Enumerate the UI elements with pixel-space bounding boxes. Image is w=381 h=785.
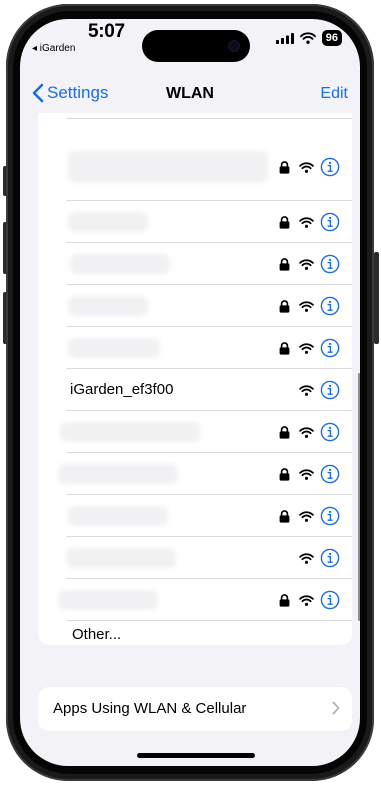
network-icons [299,378,340,402]
wifi-signal-icon [299,216,314,228]
lock-icon [279,160,291,174]
info-circle-icon[interactable] [320,296,340,316]
status-indicators: 96 [275,30,342,46]
wifi-signal-icon [299,426,314,438]
back-label: Settings [47,83,109,102]
network-icons [279,294,340,318]
info-circle-icon[interactable] [320,212,340,232]
info-circle-icon[interactable] [320,338,340,358]
scroll-indicator[interactable] [358,373,360,621]
network-row[interactable] [38,133,352,201]
network-icons [279,252,340,276]
cellular-signal-icon [275,32,294,44]
status-bar: 5:07 ◂ iGarden 96 [20,19,360,73]
network-row[interactable] [38,201,352,243]
network-name-redacted [66,548,176,568]
wifi-signal-icon [299,300,314,312]
network-row[interactable] [38,243,352,285]
wifi-signal-icon [299,161,314,173]
networks-list: iGarden_ef3f00 Other... [38,113,352,645]
status-back-to-app[interactable]: ◂ iGarden [32,43,75,54]
power-button [374,252,379,344]
lock-icon [279,593,291,607]
network-name: iGarden_ef3f00 [70,381,174,398]
lock-icon [279,467,291,481]
navigation-bar: Settings WLAN Edit [20,73,360,117]
network-icons [279,210,340,234]
dynamic-island [142,30,250,62]
status-time: 5:07 [88,21,125,42]
info-circle-icon[interactable] [320,506,340,526]
network-row[interactable]: iGarden_ef3f00 [38,369,352,411]
network-icons [279,462,340,486]
info-circle-icon[interactable] [320,422,340,442]
network-icons [279,504,340,528]
wifi-status-icon [299,32,316,44]
wifi-signal-icon [299,552,314,564]
lock-icon [279,257,291,271]
network-row[interactable] [38,495,352,537]
list-top-edge [38,113,352,119]
network-name-redacted [70,254,170,274]
wifi-signal-icon [299,384,314,396]
lock-icon [279,425,291,439]
network-icons [299,546,340,570]
info-circle-icon[interactable] [320,254,340,274]
network-name-redacted [68,212,148,232]
wifi-signal-icon [299,258,314,270]
apps-using-wlan-row[interactable]: Apps Using WLAN & Cellular [38,687,352,731]
network-name-redacted [58,590,158,610]
chevron-left-icon [32,83,44,103]
network-name-redacted [68,506,168,526]
home-indicator[interactable] [137,753,255,758]
front-camera [228,40,240,52]
network-row[interactable] [38,285,352,327]
network-row[interactable] [38,327,352,369]
network-icons [279,336,340,360]
battery-indicator: 96 [321,30,342,46]
network-name-redacted [58,464,178,484]
network-icons [279,588,340,612]
screen: 5:07 ◂ iGarden 96 Settings WLAN Edit iGa… [20,19,360,766]
chevron-right-icon [332,701,340,715]
wifi-signal-icon [299,342,314,354]
info-circle-icon[interactable] [320,464,340,484]
network-row[interactable] [38,411,352,453]
network-name-redacted [68,338,160,358]
row-divider [66,118,352,119]
info-circle-icon[interactable] [320,380,340,400]
info-circle-icon[interactable] [320,548,340,568]
edit-button[interactable]: Edit [320,85,348,103]
lock-icon [279,341,291,355]
wifi-signal-icon [299,468,314,480]
lock-icon [279,215,291,229]
network-row[interactable] [38,537,352,579]
wifi-signal-icon [299,510,314,522]
lock-icon [279,509,291,523]
other-network-label: Other... [72,626,122,643]
lock-icon [279,299,291,313]
network-icons [279,155,340,179]
wifi-signal-icon [299,594,314,606]
device-frame: 5:07 ◂ iGarden 96 Settings WLAN Edit iGa… [0,0,381,785]
other-network-row[interactable]: Other... [38,613,352,645]
network-icons [279,420,340,444]
network-row[interactable] [38,453,352,495]
apps-using-wlan-label: Apps Using WLAN & Cellular [53,700,247,717]
info-circle-icon[interactable] [320,590,340,610]
network-name-redacted [60,422,200,442]
settings-back-button[interactable]: Settings [32,83,108,103]
info-circle-icon[interactable] [320,157,340,177]
network-name-redacted [68,151,268,183]
network-name-redacted [68,296,148,316]
